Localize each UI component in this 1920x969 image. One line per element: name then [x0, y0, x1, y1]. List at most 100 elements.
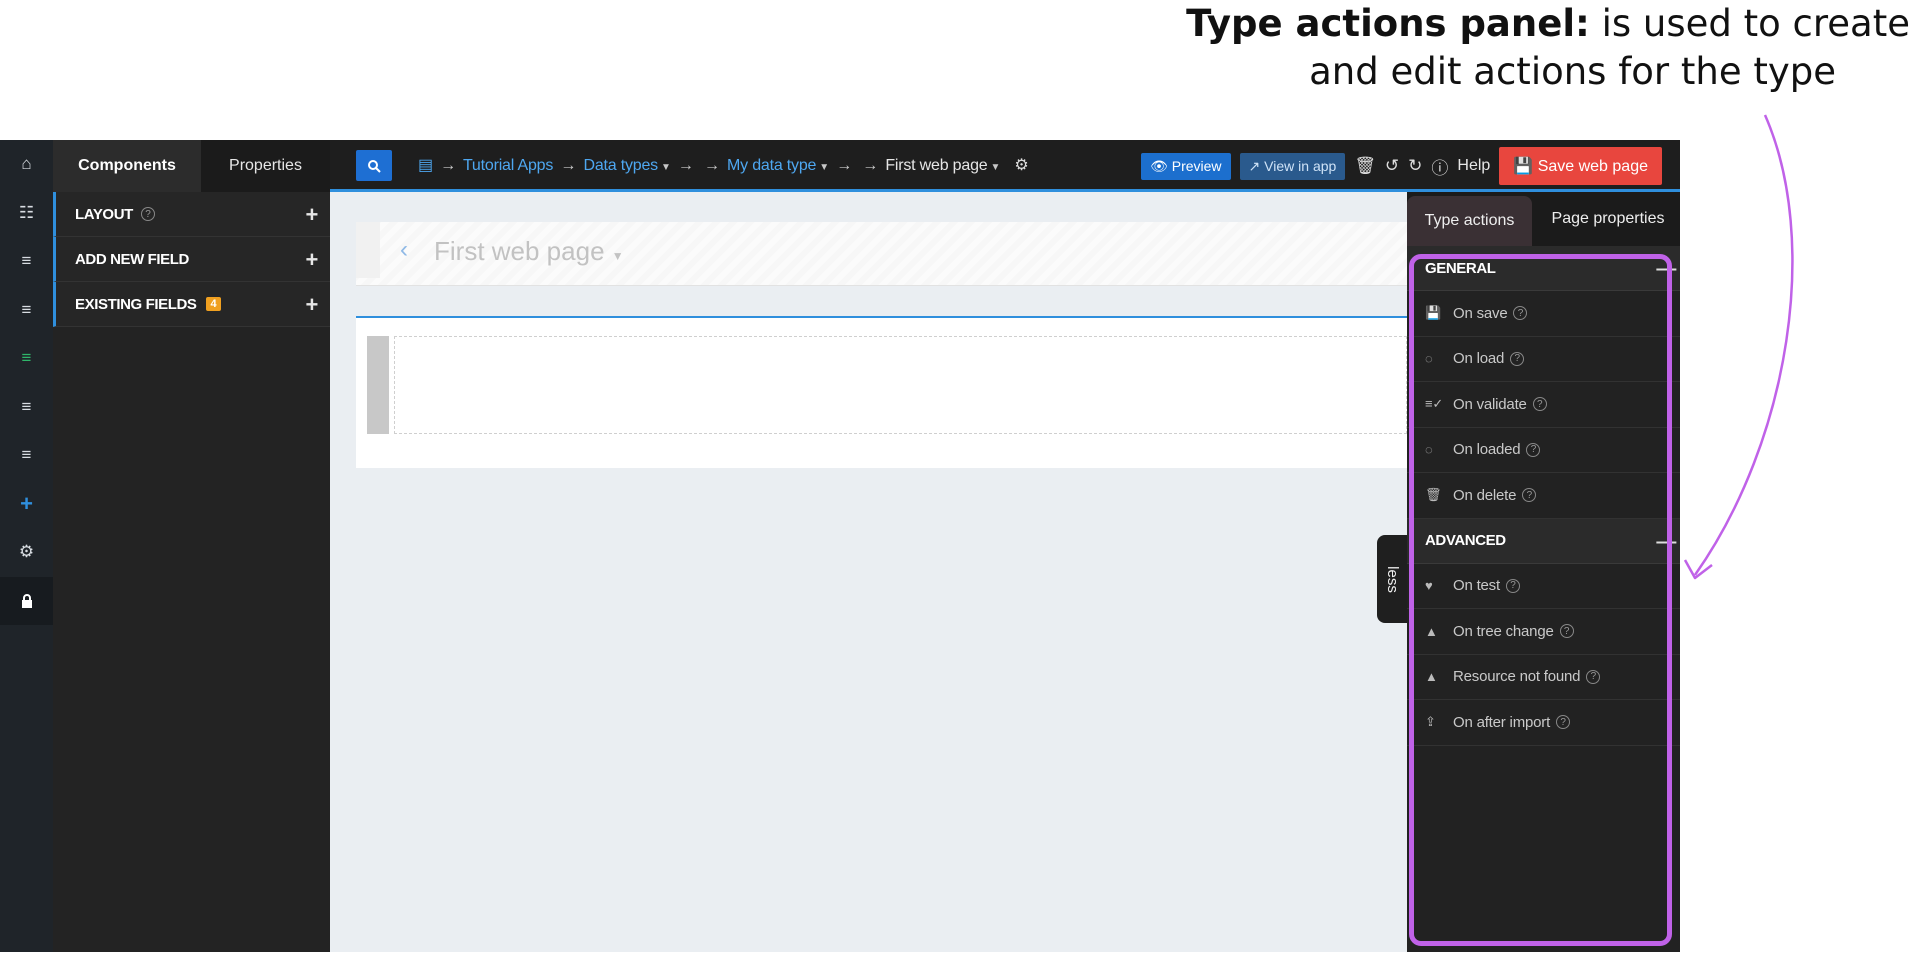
action-on-save[interactable]: 💾 On save? — [1407, 291, 1680, 337]
help-icon[interactable]: ? — [1556, 715, 1571, 730]
help-link[interactable]: Help — [1457, 157, 1490, 175]
group-general-title: GENERAL — [1425, 259, 1496, 277]
preview-label: Preview — [1171, 157, 1222, 174]
collapse-icon[interactable]: — — [1656, 258, 1676, 281]
spinner-icon: ◌ — [1425, 442, 1433, 458]
view-in-app-button[interactable]: ↗ View in app — [1239, 152, 1346, 180]
group-advanced[interactable]: ADVANCED — — [1407, 518, 1680, 564]
section-layout[interactable]: LAYOUT ? + — [53, 192, 330, 237]
breadcrumb-separator: → — [440, 157, 456, 174]
action-on-load[interactable]: ◌ On load? — [1407, 337, 1680, 382]
breadcrumb-my-data-type[interactable]: My data type — [727, 157, 816, 174]
add-icon[interactable]: + — [306, 202, 319, 228]
help-icon[interactable]: ? — [1526, 442, 1541, 457]
breadcrumb-separator: → — [836, 157, 853, 174]
action-label: On save — [1453, 304, 1508, 322]
help-icon[interactable]: ? — [140, 207, 155, 221]
help-icon[interactable]: ? — [1510, 351, 1525, 366]
help-icon[interactable]: ? — [1532, 397, 1547, 412]
list-icon[interactable]: ≡ — [0, 286, 53, 335]
collapse-icon[interactable]: — — [1656, 531, 1676, 554]
action-resource-not-found[interactable]: ▲ Resource not found? — [1407, 655, 1680, 700]
action-label: On validate — [1453, 395, 1527, 413]
group-advanced-title: ADVANCED — [1425, 532, 1506, 549]
list-icon[interactable]: ≡ — [0, 383, 53, 432]
action-on-delete[interactable]: 🗑 On delete? — [1407, 473, 1680, 519]
redo-icon[interactable]: ↻ — [1408, 156, 1422, 176]
action-label: On tree change — [1453, 622, 1554, 640]
trash-icon[interactable]: 🗑 — [1354, 156, 1376, 176]
annotation-line-1: Type actions panel: is used to create — [1186, 2, 1910, 45]
gear-icon[interactable]: ⚙ — [1014, 157, 1028, 174]
chevron-down-icon[interactable]: ▼ — [990, 162, 1000, 173]
breadcrumb-first-web-page[interactable]: First web page — [885, 157, 987, 174]
save-icon: 💾 — [1513, 158, 1534, 175]
window-icon: ▤ — [418, 157, 433, 174]
tab-type-actions[interactable]: Type actions — [1407, 196, 1532, 246]
save-icon: 💾 — [1425, 305, 1441, 321]
trash-icon: 🗑 — [1425, 487, 1442, 503]
search-button[interactable] — [356, 150, 392, 181]
add-icon[interactable]: + — [306, 247, 319, 273]
chevron-down-icon[interactable]: ▼ — [661, 162, 671, 173]
save-label: Save web page — [1537, 158, 1648, 175]
section-add-new-field[interactable]: ADD NEW FIELD + — [53, 237, 330, 282]
lock-icon[interactable] — [0, 576, 53, 625]
components-panel: Components Properties LAYOUT ? + ADD NEW… — [53, 140, 330, 952]
group-general[interactable]: GENERAL — — [1407, 246, 1680, 291]
list-icon[interactable]: ≡ — [0, 431, 53, 480]
upload-icon: ⇪ — [1425, 714, 1436, 730]
help-icon[interactable]: ? — [1513, 306, 1528, 321]
gear-icon[interactable]: ⚙ — [0, 528, 53, 577]
section-existing-fields[interactable]: EXISTING FIELDS 4 + — [53, 282, 330, 327]
breadcrumb-separator: → — [677, 157, 694, 174]
tab-components[interactable]: Components — [53, 140, 201, 192]
action-on-test[interactable]: ♥ On test? — [1407, 564, 1680, 609]
breadcrumb-separator: → — [560, 157, 577, 174]
toolbar-actions: 👁 Preview ↗ View in app 🗑 ↺ ↻ ⓘ Help 💾 S… — [1141, 147, 1662, 185]
drop-zone[interactable] — [394, 336, 1407, 434]
undo-icon[interactable]: ↺ — [1385, 156, 1399, 176]
annotation-bold: Type actions panel: — [1186, 2, 1590, 45]
page-header-preview: ‹ First web page ▼ — [356, 222, 1407, 286]
eye-icon: 👁 — [1150, 157, 1168, 174]
section-layout-label: LAYOUT — [75, 205, 133, 223]
action-on-loaded[interactable]: ◌ On loaded? — [1407, 428, 1680, 473]
drag-handle[interactable] — [367, 336, 389, 434]
less-toggle-tab[interactable]: less — [1377, 535, 1407, 623]
spinner-icon: ◌ — [1425, 351, 1433, 367]
sitemap-icon[interactable]: ☷ — [0, 189, 53, 238]
preview-button[interactable]: 👁 Preview — [1141, 152, 1231, 180]
tab-page-properties[interactable]: Page properties — [1536, 192, 1680, 246]
chevron-down-icon[interactable]: ▼ — [819, 162, 829, 173]
page-canvas: ‹ First web page ▼ — [330, 192, 1407, 952]
save-web-page-button[interactable]: 💾 Save web page — [1499, 147, 1662, 185]
home-icon[interactable]: ⌂ — [0, 140, 53, 189]
count-badge: 4 — [205, 297, 222, 311]
help-icon[interactable]: ? — [1559, 624, 1574, 639]
list-icon-active[interactable]: ≡ — [0, 334, 53, 383]
action-on-tree-change[interactable]: ▲ On tree change? — [1407, 609, 1680, 655]
action-on-after-import[interactable]: ⇪ On after import? — [1407, 700, 1680, 746]
search-icon — [368, 159, 381, 173]
breadcrumb-tutorial-apps[interactable]: Tutorial Apps — [463, 157, 553, 174]
add-icon[interactable]: + — [306, 292, 319, 318]
action-on-validate[interactable]: ≡✓ On validate? — [1407, 382, 1680, 428]
app-window: ⌂ ☷ ≡ ≡ ≡ ≡ ≡ + ⚙ Components Properties … — [0, 140, 1680, 952]
breadcrumb-separator: → — [862, 157, 879, 174]
help-icon[interactable]: ? — [1505, 578, 1520, 593]
list-icon[interactable]: ≡ — [0, 237, 53, 286]
action-label: On after import — [1453, 713, 1551, 731]
help-icon[interactable]: ? — [1522, 488, 1537, 503]
view-in-app-label: View in app — [1264, 157, 1337, 174]
chevron-left-icon[interactable]: ‹ — [400, 236, 408, 264]
breadcrumb-data-types[interactable]: Data types — [583, 157, 658, 174]
plus-icon[interactable]: + — [0, 480, 53, 529]
help-icon[interactable]: ? — [1586, 669, 1601, 684]
tab-properties[interactable]: Properties — [201, 140, 330, 192]
action-label: On test — [1453, 577, 1500, 595]
chevron-down-icon[interactable]: ▼ — [612, 249, 624, 263]
drag-stub[interactable] — [356, 222, 380, 278]
help-circle-icon[interactable]: ⓘ — [1431, 154, 1448, 179]
action-label: On loaded — [1453, 441, 1521, 459]
